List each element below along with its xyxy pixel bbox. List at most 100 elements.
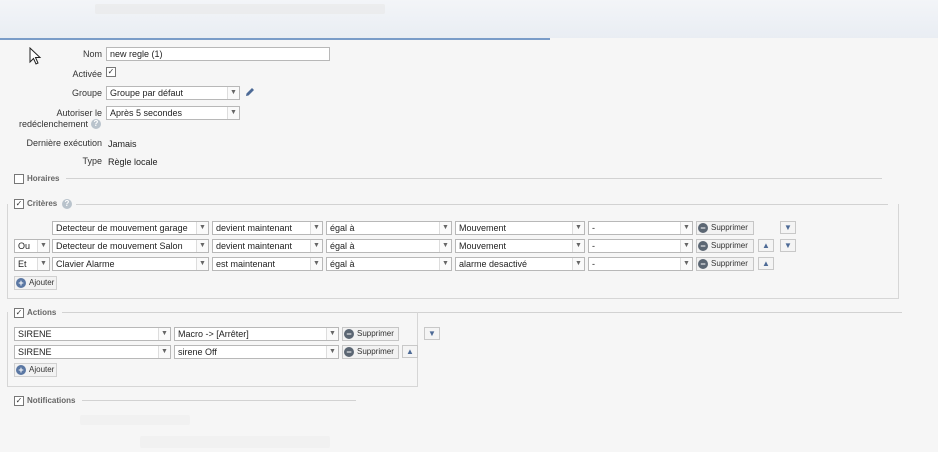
horaires-checkbox[interactable] <box>14 174 24 184</box>
action-command-value: Macro -> [Arrêter] <box>178 329 249 339</box>
criteria-delete-button[interactable]: − Supprimer <box>696 257 754 271</box>
criteria-condition-value: devient maintenant <box>216 223 293 233</box>
criteria-condition-select[interactable]: devient maintenant ▼ <box>212 221 323 235</box>
autoriser-select-value: Après 5 secondes <box>110 108 183 118</box>
chevron-down-icon: ▼ <box>158 328 170 340</box>
delete-label: Supprimer <box>711 241 748 250</box>
arrow-down-icon: ▼ <box>784 241 792 250</box>
arrow-up-button[interactable]: ▲ <box>402 345 418 358</box>
help-icon[interactable]: ? <box>91 119 101 129</box>
nom-input[interactable] <box>106 47 330 61</box>
activee-checkbox[interactable]: ✓ <box>106 67 116 77</box>
action-delete-button[interactable]: − Supprimer <box>342 345 399 359</box>
chevron-down-icon: ▼ <box>227 107 239 119</box>
criteria-compare-value: égal à <box>330 259 355 269</box>
action-command-select[interactable]: Macro -> [Arrêter] ▼ <box>174 327 339 341</box>
chevron-down-icon: ▼ <box>37 240 49 252</box>
derniere-execution-value: Jamais <box>108 139 137 149</box>
criteria-value-select[interactable]: alarme desactivé ▼ <box>455 257 585 271</box>
chevron-down-icon: ▼ <box>310 222 322 234</box>
minus-circle-icon: − <box>344 347 354 357</box>
autoriser-label-line1: Autoriser le <box>56 108 102 118</box>
criteria-condition-value: devient maintenant <box>216 241 293 251</box>
criteria-compare-value: égal à <box>330 223 355 233</box>
groupe-select-value: Groupe par défaut <box>110 88 184 98</box>
autoriser-select[interactable]: Après 5 secondes ▼ <box>106 106 240 120</box>
action-target-select[interactable]: SIRENE ▼ <box>14 327 171 341</box>
arrow-up-button[interactable]: ▲ <box>758 239 774 252</box>
chevron-down-icon: ▼ <box>196 258 208 270</box>
chevron-down-icon: ▼ <box>439 258 451 270</box>
groupe-label: Groupe <box>71 88 102 98</box>
criteria-add-button[interactable]: + Ajouter <box>14 276 57 290</box>
criteria-extra-select[interactable]: - ▼ <box>588 257 693 271</box>
arrow-up-button[interactable]: ▲ <box>758 257 774 270</box>
minus-circle-icon: − <box>344 329 354 339</box>
criteria-delete-button[interactable]: − Supprimer <box>696 239 754 253</box>
arrow-up-icon: ▲ <box>762 241 770 250</box>
criteria-condition-select[interactable]: devient maintenant ▼ <box>212 239 323 253</box>
horaires-divider <box>66 178 882 179</box>
chevron-down-icon: ▼ <box>158 346 170 358</box>
type-label: Type <box>82 156 102 166</box>
nom-label: Nom <box>82 49 102 59</box>
chevron-down-icon: ▼ <box>680 222 692 234</box>
chevron-down-icon: ▼ <box>310 240 322 252</box>
action-target-select[interactable]: SIRENE ▼ <box>14 345 171 359</box>
criteria-device-select[interactable]: Clavier Alarme ▼ <box>52 257 209 271</box>
chevron-down-icon: ▼ <box>196 240 208 252</box>
criteria-device-select[interactable]: Detecteur de mouvement garage ▼ <box>52 221 209 235</box>
arrow-down-button[interactable]: ▼ <box>780 221 796 234</box>
criteria-device-value: Detecteur de mouvement garage <box>56 223 188 233</box>
chevron-down-icon: ▼ <box>439 240 451 252</box>
criteria-value-value: Mouvement <box>459 241 507 251</box>
pencil-icon[interactable] <box>244 86 256 98</box>
criteria-value-select[interactable]: Mouvement ▼ <box>455 239 585 253</box>
blurred-content <box>140 436 330 448</box>
criteria-value-select[interactable]: Mouvement ▼ <box>455 221 585 235</box>
arrow-down-button[interactable]: ▼ <box>780 239 796 252</box>
horaires-title: Horaires <box>27 174 60 183</box>
action-command-select[interactable]: sirene Off ▼ <box>174 345 339 359</box>
actions-add-button[interactable]: + Ajouter <box>14 363 57 377</box>
check-icon: ✓ <box>107 67 115 76</box>
criteria-extra-value: - <box>592 241 595 251</box>
plus-circle-icon: + <box>16 278 26 288</box>
arrow-down-icon: ▼ <box>784 223 792 232</box>
criteria-device-value: Clavier Alarme <box>56 259 115 269</box>
minus-circle-icon: − <box>698 259 708 269</box>
notifications-divider <box>82 400 356 401</box>
groupe-select[interactable]: Groupe par défaut ▼ <box>106 86 240 100</box>
criteria-compare-select[interactable]: égal à ▼ <box>326 239 452 253</box>
criteria-operator-select[interactable]: Ou ▼ <box>14 239 50 253</box>
blurred-header-text <box>95 4 385 14</box>
minus-circle-icon: − <box>698 241 708 251</box>
arrow-down-icon: ▼ <box>428 329 436 338</box>
chevron-down-icon: ▼ <box>196 222 208 234</box>
criteria-delete-button[interactable]: − Supprimer <box>696 221 754 235</box>
check-icon: ✓ <box>15 396 23 405</box>
action-delete-button[interactable]: − Supprimer <box>342 327 399 341</box>
criteria-device-select[interactable]: Detecteur de mouvement Salon ▼ <box>52 239 209 253</box>
criteria-compare-select[interactable]: égal à ▼ <box>326 221 452 235</box>
chevron-down-icon: ▼ <box>572 258 584 270</box>
criteria-compare-value: égal à <box>330 241 355 251</box>
header-underline <box>0 38 550 40</box>
criteria-compare-select[interactable]: égal à ▼ <box>326 257 452 271</box>
chevron-down-icon: ▼ <box>572 222 584 234</box>
blurred-content <box>80 415 190 425</box>
plus-circle-icon: + <box>16 365 26 375</box>
add-label: Ajouter <box>29 365 55 374</box>
criteria-condition-select[interactable]: est maintenant ▼ <box>212 257 323 271</box>
criteria-extra-select[interactable]: - ▼ <box>588 239 693 253</box>
chevron-down-icon: ▼ <box>227 87 239 99</box>
notifications-checkbox[interactable]: ✓ <box>14 396 24 406</box>
type-value: Règle locale <box>108 157 158 167</box>
delete-label: Supprimer <box>711 223 748 232</box>
delete-label: Supprimer <box>711 259 748 268</box>
arrow-up-icon: ▲ <box>762 259 770 268</box>
criteria-operator-select[interactable]: Et ▼ <box>14 257 50 271</box>
add-label: Ajouter <box>29 278 55 287</box>
arrow-down-button[interactable]: ▼ <box>424 327 440 340</box>
criteria-extra-select[interactable]: - ▼ <box>588 221 693 235</box>
